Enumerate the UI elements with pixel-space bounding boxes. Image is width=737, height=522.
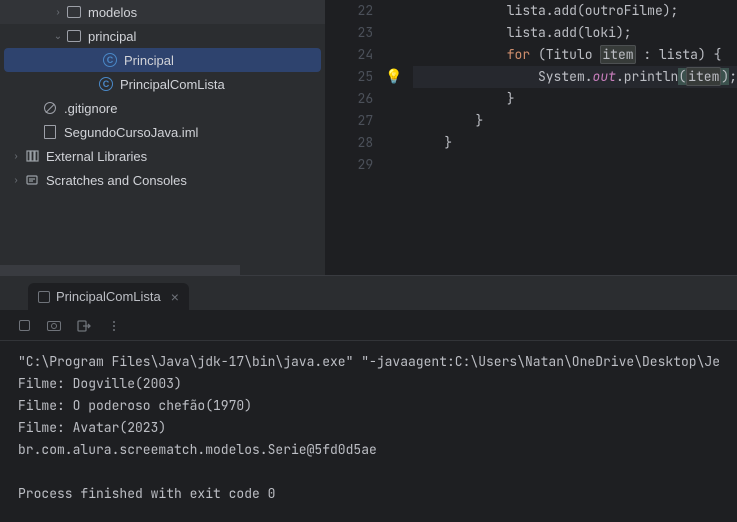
gutter-icons: 💡 [385,0,413,275]
horizontal-scrollbar[interactable] [0,265,240,275]
folder-icon [66,4,82,20]
code-line[interactable]: } [413,110,737,132]
code-line[interactable]: for (Titulo item : lista) { [413,44,737,66]
code-line[interactable]: lista.add(loki); [413,22,737,44]
scratch-icon [24,172,40,188]
run-config-icon [38,291,50,303]
tree-item-principal[interactable]: C Principal [4,48,321,72]
tree-item-label: PrincipalComLista [120,77,225,92]
code-line[interactable] [413,154,737,176]
chevron-icon[interactable]: › [50,7,66,18]
run-toolbar [0,311,737,341]
gitignore-icon [42,100,58,116]
intention-bulb-icon[interactable]: 💡 [385,66,413,88]
tree-item-segundocursojava-iml[interactable]: SegundoCursoJava.iml [0,120,325,144]
tree-item-external-libraries[interactable]: › External Libraries [0,144,325,168]
code-line[interactable]: } [413,132,737,154]
tree-item-principalcomlista[interactable]: C PrincipalComLista [0,72,325,96]
run-tab[interactable]: PrincipalComLista × [28,283,189,311]
tree-item-label: Principal [124,53,174,68]
class-icon: C [102,52,118,68]
code-editor[interactable]: 2223242526272829 💡 lista.add(outroFilme)… [325,0,737,275]
tree-item--gitignore[interactable]: .gitignore [0,96,325,120]
line-gutter: 2223242526272829 [325,0,385,275]
tree-item-label: Scratches and Consoles [46,173,187,188]
code-line[interactable]: lista.add(outroFilme); [413,0,737,22]
close-icon[interactable]: × [171,289,179,305]
screenshot-icon[interactable] [46,318,62,334]
chevron-icon[interactable]: ⌄ [50,31,66,42]
run-panel: PrincipalComLista × "C:\Program Files\Ja… [0,275,737,522]
project-tree[interactable]: ›modelos⌄principalCPrincipalCPrincipalCo… [0,0,325,275]
console-output[interactable]: "C:\Program Files\Java\jdk-17\bin\java.e… [0,341,737,522]
tree-item-label: External Libraries [46,149,147,164]
more-icon[interactable] [106,318,122,334]
tree-item-label: principal [88,29,136,44]
tree-item-principal[interactable]: ⌄ principal [0,24,325,48]
stop-icon[interactable] [16,318,32,334]
module-icon [42,124,58,140]
tree-item-label: modelos [88,5,137,20]
class-icon: C [98,76,114,92]
exit-icon[interactable] [76,318,92,334]
code-line[interactable]: } [413,88,737,110]
tree-item-scratches-and-consoles[interactable]: › Scratches and Consoles [0,168,325,192]
tree-item-label: .gitignore [64,101,117,116]
chevron-icon[interactable]: › [8,175,24,186]
tree-item-modelos[interactable]: › modelos [0,0,325,24]
code-area[interactable]: lista.add(outroFilme); lista.add(loki); … [413,0,737,275]
folder-icon [66,28,82,44]
run-tabbar: PrincipalComLista × [0,276,737,311]
chevron-icon[interactable]: › [8,151,24,162]
run-tab-label: PrincipalComLista [56,289,161,304]
code-line[interactable]: System.out.println(item); [413,66,737,88]
tree-item-label: SegundoCursoJava.iml [64,125,198,140]
library-icon [24,148,40,164]
